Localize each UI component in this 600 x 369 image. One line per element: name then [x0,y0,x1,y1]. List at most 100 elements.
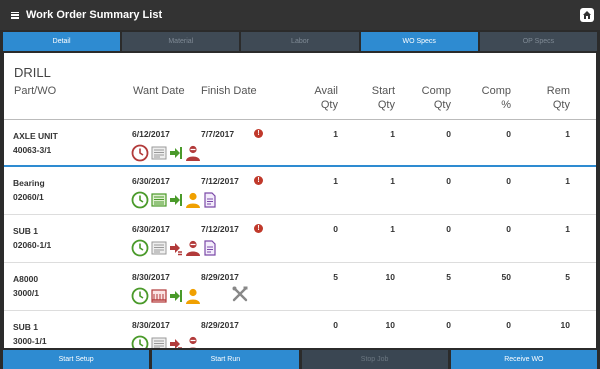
status-icons [131,191,217,209]
tab-labor[interactable]: Labor [241,32,359,51]
col-header-comp-line1: Comp [421,85,451,97]
rem-value: 10 [560,320,570,330]
col-header-rem-qty: Rem Qty [526,84,570,112]
start-setup-button[interactable]: Start Setup [3,350,150,369]
table-row[interactable]: AXLE UNIT 40063-3/1 6/12/2017 7/7/2017! 1 1 0 0… [4,119,596,167]
part-name: SUB 1 [13,226,39,236]
hamburger-menu-icon[interactable] [11,11,19,19]
clock-green-icon[interactable] [131,287,149,305]
col-header-rem-line1: Rem [546,85,570,97]
title-bar: Work Order Summary List [0,0,600,30]
page-purple-icon[interactable] [203,239,217,257]
warning-icon: ! [254,129,263,138]
doc-gray-icon[interactable] [150,144,168,162]
col-header-want-date: Want Date [133,85,185,97]
clock-green-icon[interactable] [131,191,149,209]
col-header-comp-line2: Qty [433,99,451,111]
col-header-comppct-line1: Comp [481,85,511,97]
tab-wo-specs[interactable]: WO Specs [360,32,478,51]
arrow-green-icon[interactable] [169,287,183,305]
clock-green-icon[interactable] [131,239,149,257]
person-red-icon[interactable] [184,144,202,162]
start-value: 1 [390,176,395,186]
table-row[interactable]: SUB 1 3000-1/1 8/30/2017 8/29/2017 0 10 0 0 10 [4,311,596,348]
col-header-start-line1: Start [371,85,395,97]
arrow-red-icon[interactable] [169,335,183,348]
col-header-avail-qty: Avail Qty [294,84,338,112]
doc-gray-icon[interactable] [150,239,168,257]
table-row[interactable]: A8000 3000/1 8/30/2017 8/29/2017 5 10 5 50 5 [4,263,596,311]
start-value: 1 [390,224,395,234]
col-header-avail-line2: Qty [320,99,338,111]
home-icon[interactable] [580,8,594,22]
status-icons [131,335,202,348]
person-red-icon[interactable] [184,335,202,348]
tab-material[interactable]: Material [122,32,240,51]
part-wo-cell: Bearing 02060/1 [13,176,45,204]
part-wo-cell: AXLE UNIT 40063-3/1 [13,129,58,157]
finish-date: 7/12/2017 [201,176,239,186]
warning-icon: ! [254,224,263,233]
finish-date: 7/7/2017 [201,129,235,139]
comp-value: 0 [446,224,451,234]
work-order-list: DRILL Part/WO Want Date Finish Date Avai… [4,53,596,348]
col-header-part: Part/WO [14,85,57,97]
rem-value: 1 [565,176,570,186]
col-header-start-line2: Qty [377,99,395,111]
rem-value: 5 [565,272,570,282]
want-date: 6/12/2017 [132,129,170,139]
list-green-icon[interactable] [150,191,168,209]
clock-green-icon[interactable] [131,335,149,348]
arrow-green-icon[interactable] [169,144,183,162]
comppct-value: 0 [506,320,511,330]
want-date: 8/30/2017 [132,272,170,282]
table-row[interactable]: SUB 1 02060-1/1 6/30/2017 7/12/2017! 0 1 0 0 1 [4,215,596,263]
arrow-green-icon[interactable] [169,191,183,209]
tools-icon[interactable] [231,285,249,303]
comp-value: 0 [446,176,451,186]
comppct-value: 0 [506,129,511,139]
part-wo-cell: A8000 3000/1 [13,272,39,300]
want-date: 6/30/2017 [132,176,170,186]
table-row[interactable]: Bearing 02060/1 6/30/2017 7/12/2017! 1 1 0 0 1 [4,167,596,215]
tab-op-specs[interactable]: OP Specs [479,32,598,51]
app-window: Work Order Summary List Detail Material … [0,0,600,369]
comppct-value: 0 [506,224,511,234]
person-orange-icon[interactable] [184,287,202,305]
comp-value: 5 [446,272,451,282]
warning-icon: ! [254,176,263,185]
receive-wo-button[interactable]: Receive WO [450,350,597,369]
avail-value: 0 [333,224,338,234]
stop-job-button[interactable]: Stop Job [301,350,448,369]
start-value: 1 [390,129,395,139]
col-header-comp-qty: Comp Qty [407,84,451,112]
arrow-red-icon[interactable] [169,239,183,257]
finish-date: 8/29/2017 [201,320,239,330]
col-header-start-qty: Start Qty [351,84,395,112]
col-header-rem-line2: Qty [552,99,570,111]
person-orange-icon[interactable] [184,191,202,209]
doc-gray-icon[interactable] [150,335,168,348]
clock-red-icon[interactable] [131,144,149,162]
col-header-avail-line1: Avail [314,85,338,97]
person-red-icon[interactable] [184,239,202,257]
comp-value: 0 [446,129,451,139]
avail-value: 1 [333,176,338,186]
start-run-button[interactable]: Start Run [152,350,299,369]
wo-number: 40063-3/1 [13,145,52,155]
start-value: 10 [385,320,395,330]
box-red-icon[interactable] [150,287,168,305]
wo-number: 02060/1 [13,192,44,202]
comppct-value: 0 [506,176,511,186]
comppct-value: 50 [501,272,511,282]
start-value: 10 [385,272,395,282]
status-icons [131,144,202,162]
tab-detail[interactable]: Detail [3,32,121,51]
page-purple-icon[interactable] [203,191,217,209]
wo-number: 02060-1/1 [13,240,52,250]
part-name: Bearing [13,178,45,188]
status-icons [131,239,217,257]
avail-value: 5 [333,272,338,282]
want-date: 8/30/2017 [132,320,170,330]
tab-bar: Detail Material Labor WO Specs OP Specs [3,32,598,51]
